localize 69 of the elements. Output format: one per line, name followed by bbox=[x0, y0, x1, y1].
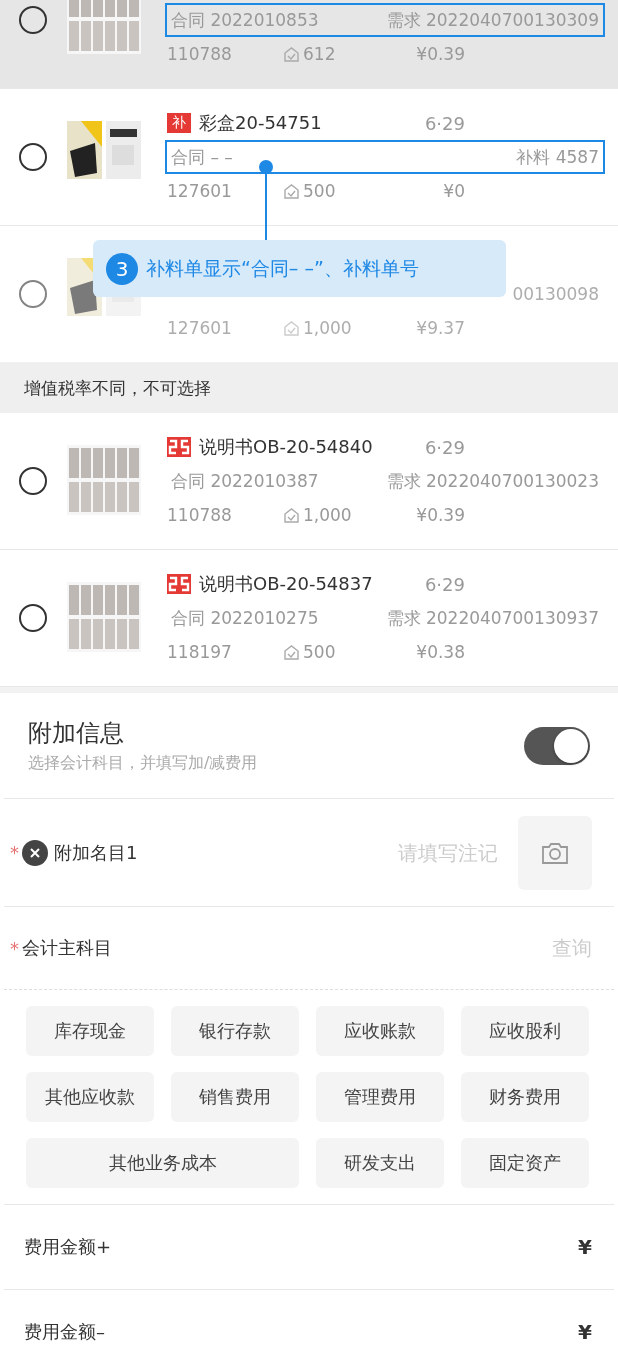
toggle-switch[interactable] bbox=[524, 726, 590, 765]
subject-chip[interactable]: 银行存款 bbox=[171, 1006, 299, 1056]
unit-price: ¥9.37 bbox=[415, 318, 465, 338]
radio-button[interactable] bbox=[19, 604, 47, 632]
order-title: 说明书OB-20-54837 bbox=[199, 572, 374, 596]
product-code: 110788 bbox=[167, 44, 233, 64]
order-date: 6·29 bbox=[424, 112, 465, 134]
unit-price: ¥0.38 bbox=[415, 642, 465, 662]
contract-number: 合同 2022010387 bbox=[171, 469, 319, 493]
product-code: 127601 bbox=[167, 181, 233, 201]
product-code: 127601 bbox=[167, 318, 233, 338]
demand-number: 需求 2022040700130937 bbox=[386, 606, 599, 630]
contract-number: 合同 2022010275 bbox=[171, 606, 319, 630]
subject-chip[interactable]: 固定资产 bbox=[461, 1138, 589, 1188]
subject-chip[interactable]: 其他应收款 bbox=[26, 1072, 154, 1122]
stock-quantity: 1,000 bbox=[303, 318, 352, 338]
contract-number: 合同 2022010853 bbox=[171, 8, 319, 32]
demand-number: 需求 2022040700130309 bbox=[386, 8, 599, 32]
currency-symbol: ¥ bbox=[578, 1235, 592, 1259]
required-mark: * bbox=[10, 842, 19, 863]
demand-number: 00130098 bbox=[512, 284, 599, 304]
currency-symbol: ¥ bbox=[578, 1320, 592, 1344]
camera-button[interactable] bbox=[518, 815, 592, 890]
contract-number: 合同 – – bbox=[171, 145, 233, 169]
subject-label: 会计主科目 bbox=[22, 936, 112, 960]
radio-button[interactable] bbox=[19, 6, 47, 34]
unit-price: ¥0 bbox=[442, 181, 465, 201]
subject-chip[interactable]: 销售费用 bbox=[171, 1072, 299, 1122]
required-mark: * bbox=[10, 937, 19, 959]
order-title: 说明书OB-20-54840 bbox=[199, 435, 374, 459]
house-check-icon bbox=[283, 643, 300, 661]
subject-chip[interactable]: 其他业务成本 bbox=[26, 1138, 299, 1188]
item-label: 附加名目1 bbox=[54, 840, 138, 865]
order-title: 彩盒20-54751 bbox=[199, 111, 323, 135]
house-check-icon bbox=[283, 319, 300, 337]
product-code: 118197 bbox=[167, 642, 233, 662]
product-code: 110788 bbox=[167, 505, 233, 525]
demand-number: 需求 2022040700130023 bbox=[386, 469, 599, 493]
amount-label: 费用金额+ bbox=[24, 1235, 112, 1259]
section-header: 增值税率不同，不可选择 bbox=[0, 363, 618, 413]
section-subtitle: 选择会计科目，并填写加/减费用 bbox=[28, 753, 258, 774]
logo-icon bbox=[167, 574, 191, 594]
stock-quantity: 500 bbox=[303, 181, 336, 201]
demand-number: 补料 4587 bbox=[516, 145, 599, 169]
stock-quantity: 612 bbox=[303, 44, 336, 64]
radio-button[interactable] bbox=[19, 143, 47, 171]
subject-chip[interactable]: 财务费用 bbox=[461, 1072, 589, 1122]
subject-chip[interactable]: 管理费用 bbox=[316, 1072, 444, 1122]
order-date: 6·29 bbox=[424, 436, 465, 458]
unit-price: ¥0.39 bbox=[415, 505, 465, 525]
logo-icon bbox=[167, 437, 191, 457]
unit-price: ¥0.39 bbox=[415, 44, 465, 64]
subject-chip[interactable]: 应收账款 bbox=[316, 1006, 444, 1056]
radio-button[interactable] bbox=[19, 467, 47, 495]
step-number: 3 bbox=[106, 252, 138, 285]
annotation-text: 补料单显示“合同– –”、补料单号 bbox=[146, 255, 419, 281]
house-check-icon bbox=[283, 506, 300, 524]
house-check-icon bbox=[283, 45, 300, 63]
stock-quantity: 500 bbox=[303, 642, 336, 662]
subject-chip[interactable]: 应收股利 bbox=[461, 1006, 589, 1056]
subject-chip[interactable]: 库存现金 bbox=[26, 1006, 154, 1056]
remove-icon[interactable] bbox=[22, 839, 48, 866]
section-title: 附加信息 bbox=[28, 718, 125, 749]
amount-label: 费用金额– bbox=[24, 1320, 105, 1344]
stock-quantity: 1,000 bbox=[303, 505, 352, 525]
supplement-tag: 补 bbox=[167, 113, 191, 133]
subject-chip[interactable]: 研发支出 bbox=[316, 1138, 444, 1188]
house-check-icon bbox=[283, 182, 300, 200]
order-date: 6·29 bbox=[424, 573, 465, 595]
